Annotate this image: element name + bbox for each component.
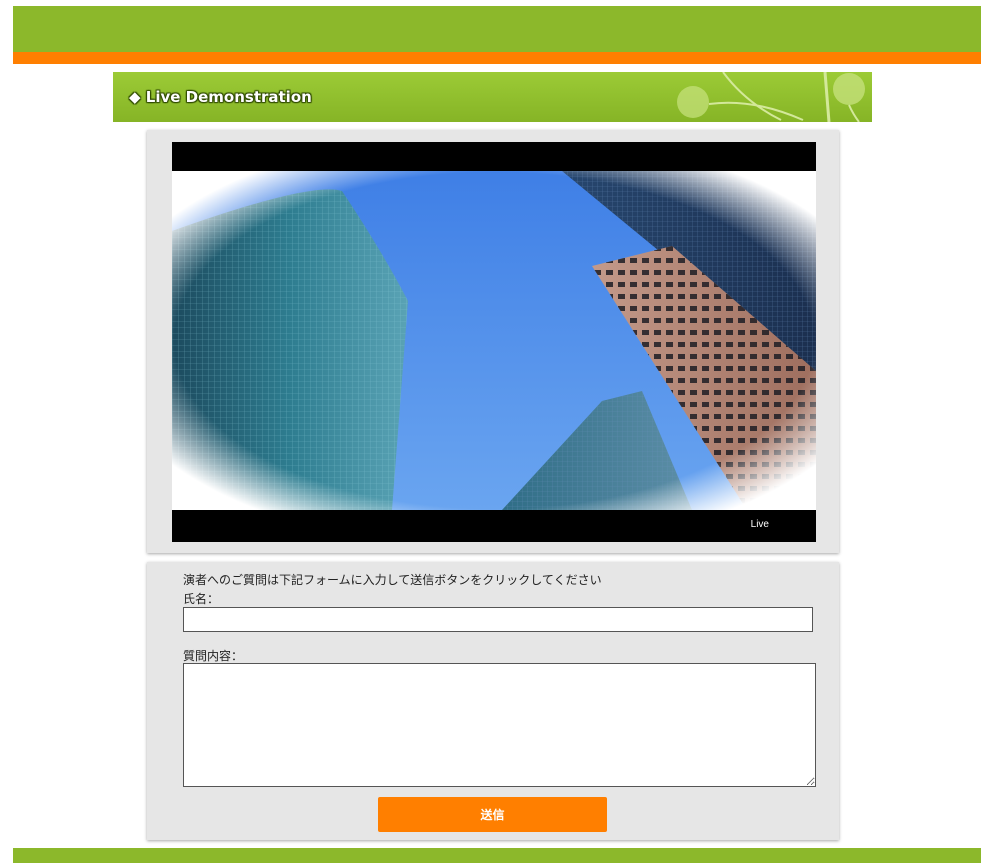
top-orange-band xyxy=(13,52,981,64)
question-textarea[interactable] xyxy=(183,663,816,787)
name-label: 氏名： xyxy=(183,592,220,606)
video-panel: Live xyxy=(147,130,839,553)
section-title: ◆ Live Demonstration xyxy=(129,88,312,106)
question-form-panel: 演者へのご質問は下記フォームに入力して送信ボタンをクリックしてください 氏名： … xyxy=(147,562,839,840)
live-status-label: Live xyxy=(750,519,769,530)
branch-decoration-icon xyxy=(677,72,865,122)
question-label: 質問内容： xyxy=(183,649,244,663)
form-instructions: 演者へのご質問は下記フォームに入力して送信ボタンをクリックしてください xyxy=(183,573,602,587)
submit-button[interactable]: 送信 xyxy=(378,797,607,832)
video-frame xyxy=(172,171,816,510)
bottom-green-band xyxy=(13,848,981,863)
skyscrapers-image xyxy=(172,171,816,510)
diamond-icon: ◆ xyxy=(129,88,141,106)
name-input[interactable] xyxy=(183,607,813,632)
section-header: ◆ Live Demonstration xyxy=(113,72,872,122)
top-green-band xyxy=(13,6,981,52)
section-title-text: Live Demonstration xyxy=(145,88,312,106)
video-player[interactable]: Live xyxy=(172,142,816,542)
